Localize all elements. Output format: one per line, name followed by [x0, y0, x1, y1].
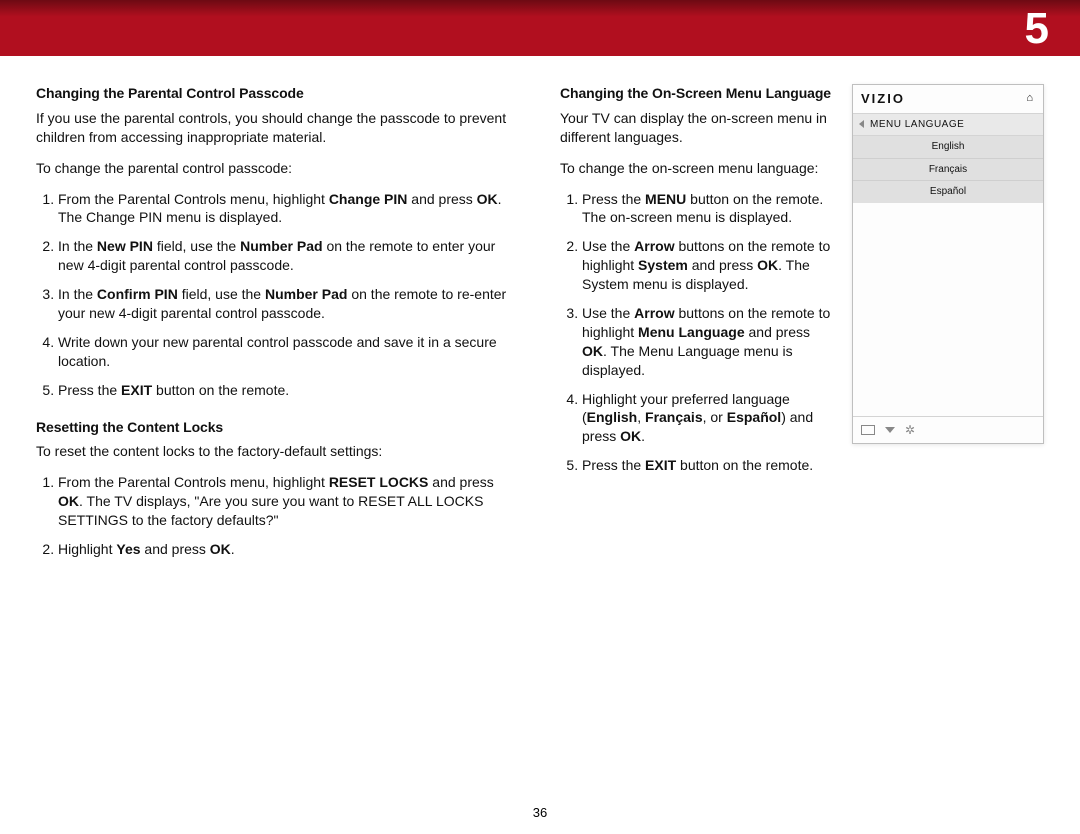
tv-option: Español — [853, 181, 1043, 203]
list-item: Press the EXIT button on the remote. — [582, 456, 834, 475]
chapter-number: 5 — [1025, 4, 1050, 54]
back-icon — [859, 120, 864, 128]
left-column: Changing the Parental Control Passcode I… — [36, 84, 520, 573]
tv-brand: VIZIO — [861, 90, 905, 108]
list-item: Use the Arrow buttons on the remote to h… — [582, 304, 834, 380]
home-icon: ⌂ — [1026, 91, 1035, 106]
list-item: Press the MENU button on the remote. The… — [582, 190, 834, 228]
right-column: Changing the On-Screen Menu Language You… — [560, 84, 1044, 573]
steps-passcode: From the Parental Controls menu, highlig… — [36, 190, 520, 400]
lead-language: To change the on-screen menu language: — [560, 159, 834, 178]
heading-passcode: Changing the Parental Control Passcode — [36, 84, 520, 103]
tv-option: Français — [853, 159, 1043, 182]
tv-menu-screenshot: VIZIO ⌂ MENU LANGUAGE English Français E… — [852, 84, 1044, 444]
wide-icon — [861, 425, 875, 435]
intro-language: Your TV can display the on-screen menu i… — [560, 109, 834, 147]
lead-reset: To reset the content locks to the factor… — [36, 442, 520, 461]
tv-menu-title: MENU LANGUAGE — [870, 118, 964, 132]
list-item: From the Parental Controls menu, highlig… — [58, 190, 520, 228]
steps-reset: From the Parental Controls menu, highlig… — [36, 473, 520, 559]
right-text-block: Changing the On-Screen Menu Language You… — [560, 84, 834, 573]
steps-language: Press the MENU button on the remote. The… — [560, 190, 834, 476]
gear-icon: ✲ — [905, 422, 915, 438]
list-item: From the Parental Controls menu, highlig… — [58, 473, 520, 530]
list-item: Highlight your preferred language (Engli… — [582, 390, 834, 447]
page-body: Changing the Parental Control Passcode I… — [0, 56, 1080, 573]
list-item: In the Confirm PIN field, use the Number… — [58, 285, 520, 323]
page-number: 36 — [0, 805, 1080, 820]
tv-body — [853, 203, 1043, 416]
heading-language: Changing the On-Screen Menu Language — [560, 84, 834, 103]
chapter-banner: 5 — [0, 0, 1080, 56]
list-item: Write down your new parental control pas… — [58, 333, 520, 371]
intro-passcode: If you use the parental controls, you sh… — [36, 109, 520, 147]
list-item: Highlight Yes and press OK. — [58, 540, 520, 559]
list-item: In the New PIN field, use the Number Pad… — [58, 237, 520, 275]
lead-passcode: To change the parental control passcode: — [36, 159, 520, 178]
list-item: Use the Arrow buttons on the remote to h… — [582, 237, 834, 294]
chevron-down-icon — [885, 427, 895, 433]
tv-menu-title-row: MENU LANGUAGE — [853, 113, 1043, 137]
list-item: Press the EXIT button on the remote. — [58, 381, 520, 400]
tv-footer: ✲ — [853, 416, 1043, 443]
tv-options-list: English Français Español — [853, 136, 1043, 203]
tv-header: VIZIO ⌂ — [853, 85, 1043, 113]
tv-option: English — [853, 136, 1043, 159]
heading-reset: Resetting the Content Locks — [36, 418, 520, 437]
